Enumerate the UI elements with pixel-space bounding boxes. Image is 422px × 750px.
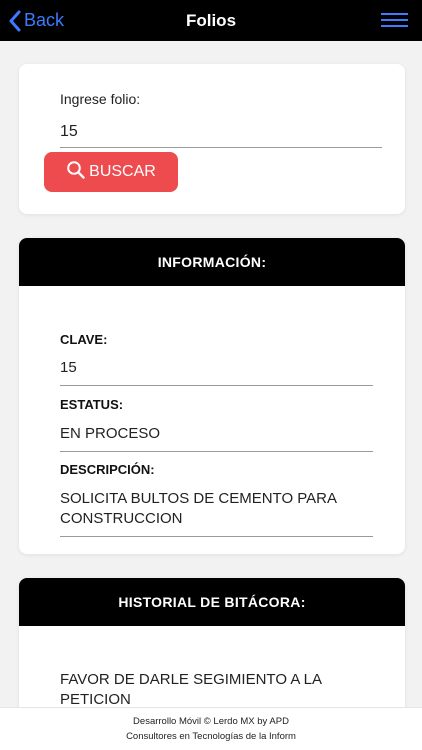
search-button[interactable]: BUSCAR (44, 152, 178, 192)
footer: Desarrollo Móvil © Lerdo MX by APD Consu… (0, 707, 422, 750)
history-card: HISTORIAL DE BITÁCORA: FAVOR DE DARLE SE… (19, 578, 405, 728)
hamburger-menu-icon[interactable] (381, 13, 408, 29)
estatus-label: ESTATUS: (60, 397, 124, 412)
navigation-bar: Back Folios (0, 0, 422, 41)
back-button[interactable]: Back (8, 0, 64, 41)
chevron-left-icon (8, 10, 22, 32)
history-entry: FAVOR DE DARLE SEGIMIENTO A LA PETICION (60, 671, 322, 708)
information-card: INFORMACIÓN: CLAVE: 15 ESTATUS: EN PROCE… (19, 238, 405, 554)
search-icon (66, 160, 89, 185)
clave-label: CLAVE: (60, 332, 108, 347)
search-button-label: BUSCAR (89, 163, 156, 180)
history-header: HISTORIAL DE BITÁCORA: (19, 578, 405, 626)
footer-line-2: Consultores en Tecnologías de la Inform (126, 731, 296, 742)
search-card: Ingrese folio: BUSCAR (19, 64, 405, 214)
folio-label: Ingrese folio: (60, 91, 141, 107)
folio-input[interactable] (60, 116, 382, 148)
back-label: Back (24, 10, 65, 30)
clave-value: 15 (60, 358, 373, 386)
information-header: INFORMACIÓN: (19, 238, 405, 286)
descripcion-value: SOLICITA BULTOS DE CEMENTO PARA CONSTRUC… (60, 489, 373, 537)
descripcion-label: DESCRIPCIÓN: (60, 462, 155, 477)
estatus-value: EN PROCESO (60, 424, 373, 452)
footer-line-1: Desarrollo Móvil © Lerdo MX by APD (133, 716, 289, 727)
app-screen: Back Folios Ingrese folio: BUSCAR INFORM… (0, 0, 422, 750)
